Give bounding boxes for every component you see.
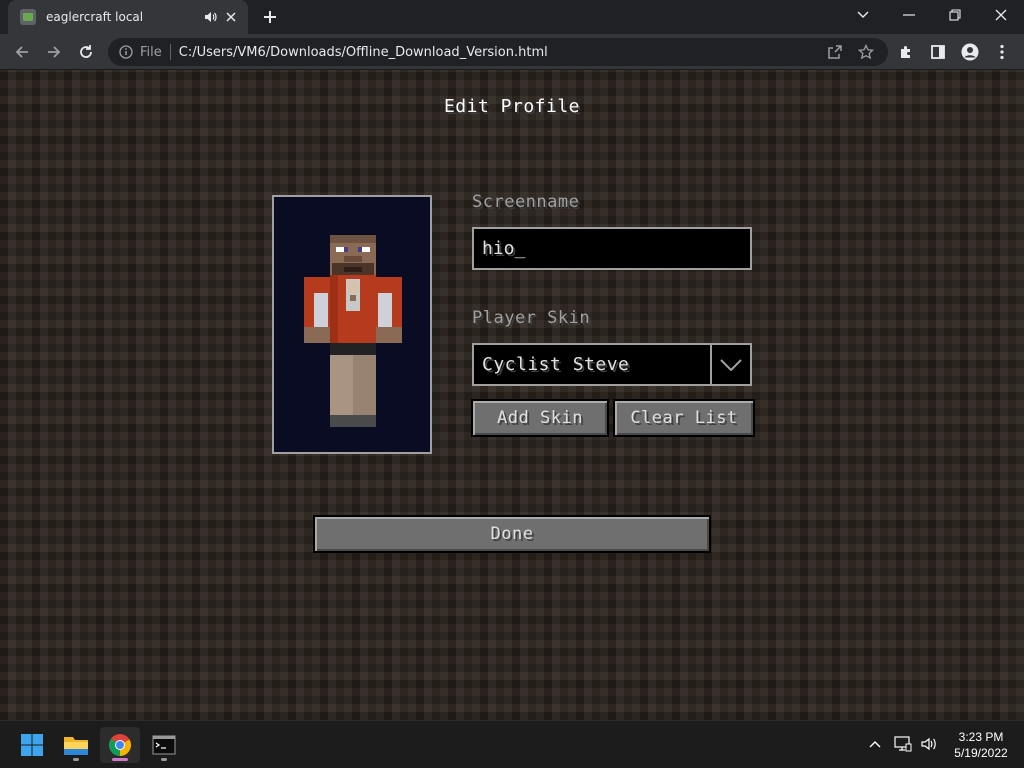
taskbar-chrome[interactable]	[100, 727, 140, 763]
profile-button[interactable]	[956, 38, 984, 66]
show-hidden-icons-button[interactable]	[864, 733, 886, 755]
network-button[interactable]	[892, 733, 914, 755]
skin-preview	[272, 195, 432, 454]
active-indicator	[112, 758, 128, 761]
address-bar[interactable]: File C:/Users/VM6/Downloads/Offline_Down…	[108, 38, 888, 66]
tab-audio-icon[interactable]	[202, 9, 218, 25]
windows-taskbar: 3:23 PM 5/19/2022	[0, 720, 1024, 768]
running-indicator	[161, 758, 167, 761]
browser-toolbar: File C:/Users/VM6/Downloads/Offline_Down…	[0, 34, 1024, 70]
arrow-left-icon	[15, 46, 28, 58]
selected-skin: Cyclist Steve	[482, 354, 630, 375]
reload-button[interactable]	[72, 38, 100, 66]
new-tab-button[interactable]	[258, 5, 282, 29]
profile-icon	[961, 43, 979, 61]
file-explorer-icon	[64, 737, 88, 755]
taskbar-terminal[interactable]	[144, 727, 184, 763]
chrome-icon	[109, 734, 131, 756]
restore-icon	[949, 9, 961, 21]
running-indicator	[73, 758, 79, 761]
player-skin-label: Player Skin	[472, 308, 591, 328]
start-button[interactable]	[12, 727, 52, 763]
side-panel-button[interactable]	[924, 38, 952, 66]
game-canvas: Edit Profile Screenname hio_ Player Skin…	[0, 70, 1024, 720]
clock-time: 3:23 PM	[958, 730, 1004, 744]
minimize-button[interactable]	[886, 0, 932, 30]
url-text[interactable]: C:/Users/VM6/Downloads/Offline_Download_…	[179, 45, 548, 60]
scheme-label: File	[140, 44, 162, 60]
menu-button[interactable]	[988, 38, 1016, 66]
clear-list-button[interactable]: Clear List	[613, 399, 755, 437]
screenname-input[interactable]	[472, 227, 752, 270]
side-panel-icon	[931, 45, 945, 59]
minimize-icon	[903, 14, 915, 16]
volume-icon	[921, 737, 936, 751]
tab-search-button[interactable]	[840, 0, 886, 30]
browser-tab-strip: eaglercraft local	[0, 0, 1024, 34]
forward-button[interactable]	[40, 38, 68, 66]
close-icon	[995, 9, 1007, 21]
tab-title: eaglercraft local	[46, 10, 144, 24]
chevron-down-icon	[857, 11, 869, 18]
info-icon[interactable]	[118, 44, 134, 60]
volume-button[interactable]	[918, 733, 940, 755]
star-icon	[858, 44, 874, 60]
chevron-down-icon[interactable]	[710, 345, 750, 384]
back-button[interactable]	[8, 38, 36, 66]
extensions-button[interactable]	[892, 38, 920, 66]
done-button[interactable]: Done	[313, 515, 711, 553]
arrow-right-icon	[48, 46, 61, 58]
reload-icon	[80, 45, 92, 58]
chevron-up-icon	[869, 741, 881, 748]
page-title: Edit Profile	[443, 96, 581, 117]
plus-icon	[264, 11, 276, 23]
bookmark-button[interactable]	[853, 39, 879, 65]
start-icon	[21, 734, 43, 756]
eaglercraft-favicon-icon	[20, 9, 36, 25]
system-clock[interactable]: 3:23 PM 5/19/2022	[946, 729, 1016, 761]
share-button[interactable]	[822, 39, 848, 65]
clock-date: 5/19/2022	[954, 746, 1008, 760]
kebab-menu-icon	[1000, 44, 1004, 60]
share-icon	[828, 45, 842, 59]
screenname-label: Screenname	[472, 192, 580, 212]
puzzle-icon	[901, 46, 910, 58]
close-tab-icon[interactable]	[222, 8, 240, 26]
add-skin-button[interactable]: Add Skin	[471, 399, 609, 437]
player-skin-icon	[304, 235, 402, 427]
close-window-button[interactable]	[978, 0, 1024, 30]
restore-button[interactable]	[932, 0, 978, 30]
player-skin-dropdown[interactable]: Cyclist Steve	[472, 343, 752, 386]
browser-tab[interactable]: eaglercraft local	[8, 0, 248, 34]
taskbar-file-explorer[interactable]	[56, 727, 96, 763]
network-icon	[894, 736, 912, 752]
terminal-icon	[152, 735, 176, 755]
divider	[169, 44, 171, 60]
